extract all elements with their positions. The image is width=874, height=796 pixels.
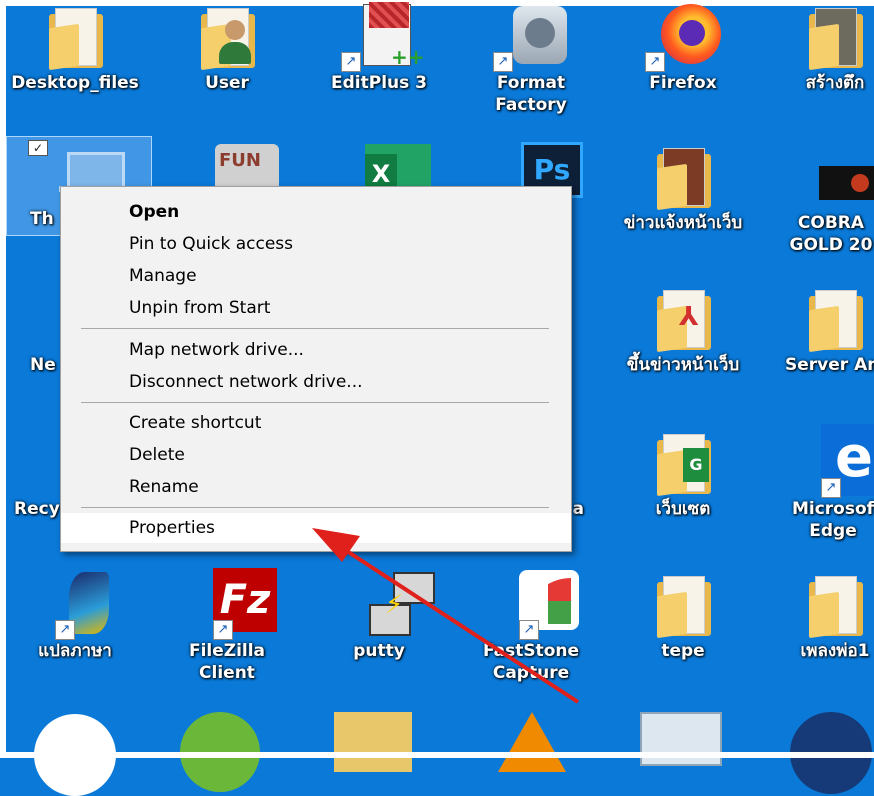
menu-item-delete[interactable]: Delete: [61, 440, 571, 470]
filezilla-icon: Fz ↗: [185, 568, 277, 640]
menu-item-map-network-drive[interactable]: Map network drive...: [61, 335, 571, 365]
screenshot-border-bottom: [0, 752, 874, 758]
desktop-icon-label: แปลภาษา: [38, 641, 112, 661]
desktop-icon-firefox[interactable]: ↗ Firefox: [608, 4, 758, 94]
menu-separator: [81, 328, 549, 329]
menu-item-manage[interactable]: Manage: [61, 261, 571, 291]
shortcut-arrow-icon: ↗: [341, 52, 361, 72]
desktop-icon-label: FileZilla Client: [188, 641, 266, 683]
photos-app-icon[interactable]: [334, 712, 412, 772]
desktop-icon-news-folder-1[interactable]: ข่าวแจ้งหน้าเว็บ: [608, 140, 758, 234]
video-icon: [789, 140, 874, 212]
desktop-icon-label: Server Am: [785, 355, 874, 375]
desktop-icon-putty[interactable]: ⚡ putty: [304, 572, 454, 662]
shortcut-arrow-icon: ↗: [821, 478, 841, 498]
desktop-icon-label: สร้างตึก: [805, 73, 865, 93]
folder-icon: [33, 4, 117, 72]
desktop-icon-label: เพลงพ่อ1: [800, 641, 870, 661]
desktop-icon-editplus[interactable]: ++ ↗ EditPlus 3: [304, 2, 454, 94]
shortcut-arrow-icon: ↗: [213, 620, 233, 640]
desktop-icon-label: Firefox: [649, 73, 717, 93]
sheets-folder-icon: G: [641, 430, 725, 498]
folder-icon: [641, 140, 725, 212]
format-factory-icon: ↗: [489, 4, 573, 72]
menu-item-open[interactable]: Open: [61, 197, 571, 227]
firefox-icon: ↗: [641, 4, 725, 72]
editplus-icon: ++ ↗: [337, 2, 425, 72]
menu-item-rename[interactable]: Rename: [61, 472, 571, 502]
desktop-icon-tepe[interactable]: tepe: [608, 572, 758, 662]
desktop-icon-edge[interactable]: e ↗ Microsof Edge: [758, 424, 874, 542]
menu-item-properties[interactable]: Properties: [61, 513, 571, 543]
shortcut-arrow-icon: ↗: [493, 52, 513, 72]
shortcut-arrow-icon: ↗: [645, 52, 665, 72]
pdf-folder-icon: ⅄: [641, 286, 725, 354]
putty-icon: ⚡: [337, 572, 435, 640]
desktop-icon-label: COBRA GOLD 20: [789, 213, 873, 255]
desktop-icon-label: EditPlus 3: [331, 73, 427, 93]
desktop-icon-web-set[interactable]: G เว็บเซต: [608, 430, 758, 520]
folder-icon: [793, 286, 874, 354]
desktop-icon-faststone[interactable]: ↗ FastStone Capture: [456, 570, 606, 684]
translate-icon: ↗: [33, 572, 117, 640]
desktop-icon-label: ขึ้นข่าวหน้าเว็บ: [626, 355, 740, 375]
desktop-icon-label: Desktop_files: [11, 73, 139, 93]
desktop-icon-songs[interactable]: เพลงพ่อ1: [760, 572, 874, 662]
desktop-icon-server[interactable]: Server Am: [760, 286, 874, 376]
folder-icon: [793, 4, 874, 72]
menu-item-disconnect-network-drive[interactable]: Disconnect network drive...: [61, 367, 571, 397]
desktop-icon-label: putty: [353, 641, 405, 661]
faststone-icon: ↗: [489, 570, 579, 640]
desktop-icon-translate[interactable]: ↗ แปลภาษา: [0, 572, 150, 662]
desktop-icon-label: FastStone Capture: [482, 641, 579, 683]
desktop-icon-news-folder-2[interactable]: ⅄ ขึ้นข่าวหน้าเว็บ: [608, 286, 758, 376]
folder-icon: [793, 572, 874, 640]
shortcut-arrow-icon: ↗: [55, 620, 75, 640]
menu-separator: [81, 507, 549, 508]
desktop-icon-filezilla[interactable]: Fz ↗ FileZilla Client: [152, 568, 302, 684]
menu-item-pin-to-quick-access[interactable]: Pin to Quick access: [61, 229, 571, 259]
desktop-icon-sang-tuek[interactable]: สร้างตึก: [760, 4, 874, 94]
desktop-icon-label: ข่าวแจ้งหน้าเว็บ: [623, 213, 743, 233]
desktop-icon-label: User: [205, 73, 249, 93]
folder-icon: [641, 572, 725, 640]
desktop-icon-label: เว็บเซต: [655, 499, 711, 519]
desktop-icon-format-factory[interactable]: ↗ Format Factory: [456, 4, 606, 116]
menu-item-create-shortcut[interactable]: Create shortcut: [61, 408, 571, 438]
menu-item-unpin-from-start[interactable]: Unpin from Start: [61, 293, 571, 323]
context-menu: Open Pin to Quick access Manage Unpin fr…: [60, 186, 572, 552]
desktop-icon-cobra-gold[interactable]: COBRA GOLD 20: [756, 140, 874, 256]
shortcut-arrow-icon: ↗: [519, 620, 539, 640]
desktop-icon-label: Format Factory: [495, 73, 567, 115]
edge-icon: e ↗: [791, 424, 874, 498]
desktop-icon-label: Microsof Edge: [791, 499, 874, 541]
menu-separator: [81, 402, 549, 403]
desktop-icon-label: tepe: [661, 641, 705, 661]
user-folder-icon: [185, 4, 269, 72]
desktop-icon-user[interactable]: User: [152, 4, 302, 94]
vlc-icon[interactable]: [498, 712, 566, 772]
desktop-icon-desktop-files[interactable]: Desktop_files: [0, 4, 150, 94]
